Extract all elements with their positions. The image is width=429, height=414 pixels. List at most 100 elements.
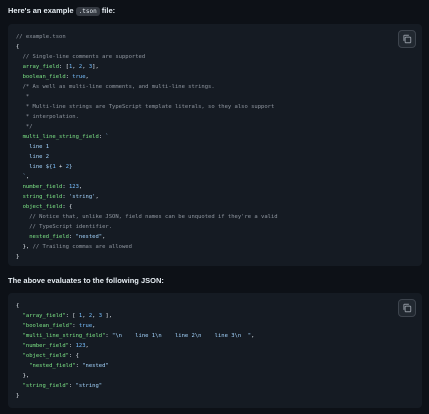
intro-text: Here's an example .tson file: [8, 6, 116, 16]
tson-extension-code: .tson [75, 7, 100, 16]
code-token: : [62, 194, 69, 200]
code-token: : [68, 234, 76, 240]
code-line: line 1 [16, 142, 278, 152]
json-intro-text: The above evaluates to the following JSO… [8, 276, 164, 285]
code-line: * interpolation. [16, 112, 278, 122]
code-token: , [85, 343, 89, 349]
code-line: { [16, 301, 254, 311]
code-token: number_field [16, 184, 63, 190]
code-line: }, // Trailing commas are allowed [16, 242, 278, 252]
code-line: nested_field: "nested", [16, 232, 278, 242]
code-token: : [72, 323, 79, 329]
code-token: : [68, 343, 76, 349]
code-token: array_field [16, 64, 60, 70]
code-token: "nested_field" [16, 363, 76, 369]
code-token: "boolean_field" [16, 323, 73, 329]
code-line: `, [16, 172, 278, 182]
code-line: /* As well as multi-line comments, and m… [16, 82, 278, 92]
code-token: 'string' [68, 194, 96, 200]
code-line: number_field: 123, [16, 182, 278, 192]
code-token: : [62, 184, 69, 190]
code-line: "number_field": 123, [16, 341, 254, 351]
code-token: true [72, 74, 86, 80]
code-token: 123 [68, 184, 79, 190]
code-token: : [ [65, 313, 79, 319]
code-line: "multi_line_string_field": "\n line 1\n … [16, 331, 255, 341]
code-token: + [55, 164, 66, 170]
code-token: : [ [59, 64, 69, 70]
code-token: , [251, 333, 255, 339]
code-line: "string_field": "string" [16, 381, 254, 391]
code-line: "object_field": { [16, 351, 254, 361]
code-token: // example.tson [16, 34, 66, 40]
json-code-block: { "array_field": [ 1, 2, 3 ], "boolean_f… [8, 293, 422, 408]
code-token: * Multi-line strings are TypeScript temp… [16, 104, 275, 110]
tson-code: // example.tson { // Single-line comments… [16, 32, 278, 262]
code-line: object_field: { [16, 202, 278, 212]
code-token: }, [16, 244, 33, 250]
code-line: line 2 [16, 152, 278, 162]
code-token: , [82, 64, 89, 70]
code-line: // Single-line comments are supported [16, 52, 278, 62]
code-line: // Notice that, unlike JSON, field names… [16, 212, 277, 222]
code-token: "array_field" [16, 313, 66, 319]
code-token: : [68, 383, 76, 389]
code-line: "nested_field": "nested" [16, 361, 254, 371]
json-code: { "array_field": [ 1, 2, 3 ], "boolean_f… [16, 301, 254, 401]
code-token: object_field [16, 204, 63, 210]
code-line: { [16, 42, 278, 52]
code-token: } [16, 254, 20, 260]
code-line: * [16, 92, 278, 102]
code-line: string_field: 'string', [16, 192, 278, 202]
code-token: 123 [75, 343, 86, 349]
code-token: /* As well as multi-line comments, and m… [16, 84, 215, 90]
code-token: , [92, 323, 96, 329]
intro-text-after: file: [99, 6, 116, 15]
intro-text-before: Here's an example [8, 6, 76, 15]
code-token: multi_line_string_field [16, 134, 99, 140]
code-token: * interpolation. [16, 114, 79, 120]
code-token: line 2 [16, 154, 50, 160]
copy-icon [403, 34, 412, 44]
code-line: "array_field": [ 1, 2, 3 ], [16, 311, 254, 321]
code-token: */ [16, 124, 33, 130]
copy-icon [403, 303, 412, 313]
code-token: , [82, 313, 89, 319]
code-token: "nested" [75, 234, 103, 240]
code-token: ` [16, 174, 26, 180]
code-token: "multi_line_string_field" [16, 333, 106, 339]
code-token: // Single-line comments are supported [16, 54, 146, 60]
code-token: line 1 [16, 144, 50, 150]
code-line: // example.tson [16, 32, 278, 42]
code-line: "boolean_field": true, [16, 321, 254, 331]
code-line: */ [16, 122, 278, 132]
code-token: { [16, 303, 20, 309]
code-token: : { [62, 204, 73, 210]
code-token: , [25, 174, 30, 180]
code-line: } [16, 391, 254, 401]
code-line: }, [16, 371, 254, 381]
code-line: * Multi-line strings are TypeScript temp… [16, 102, 278, 112]
code-token: string_field [16, 194, 63, 200]
code-token: ` [105, 134, 109, 140]
code-line: boolean_field: true, [16, 72, 278, 82]
copy-tson-button[interactable] [398, 30, 416, 48]
code-token: "nested" [82, 363, 109, 369]
copy-json-button[interactable] [398, 299, 416, 317]
code-token: "number_field" [16, 343, 69, 349]
code-token: "\n line 1\n line 2\n line 3\n " [112, 333, 252, 339]
code-token: { [16, 44, 20, 50]
code-token: "string_field" [16, 383, 69, 389]
code-token: // Trailing commas are allowed [32, 244, 132, 250]
code-token: , [95, 194, 99, 200]
code-line: array_field: [1, 2, 3], [16, 62, 278, 72]
code-token: ], [92, 64, 99, 70]
code-token: } [16, 393, 20, 399]
code-token: : { [68, 353, 79, 359]
code-token: } [69, 164, 73, 170]
code-line: multi_line_string_field: ` [16, 132, 278, 142]
code-token: ], [102, 313, 113, 319]
code-line: line ${1 + 2} [16, 162, 278, 172]
code-token: true [78, 323, 93, 329]
code-token: // TypeScript identifier. [16, 224, 113, 230]
